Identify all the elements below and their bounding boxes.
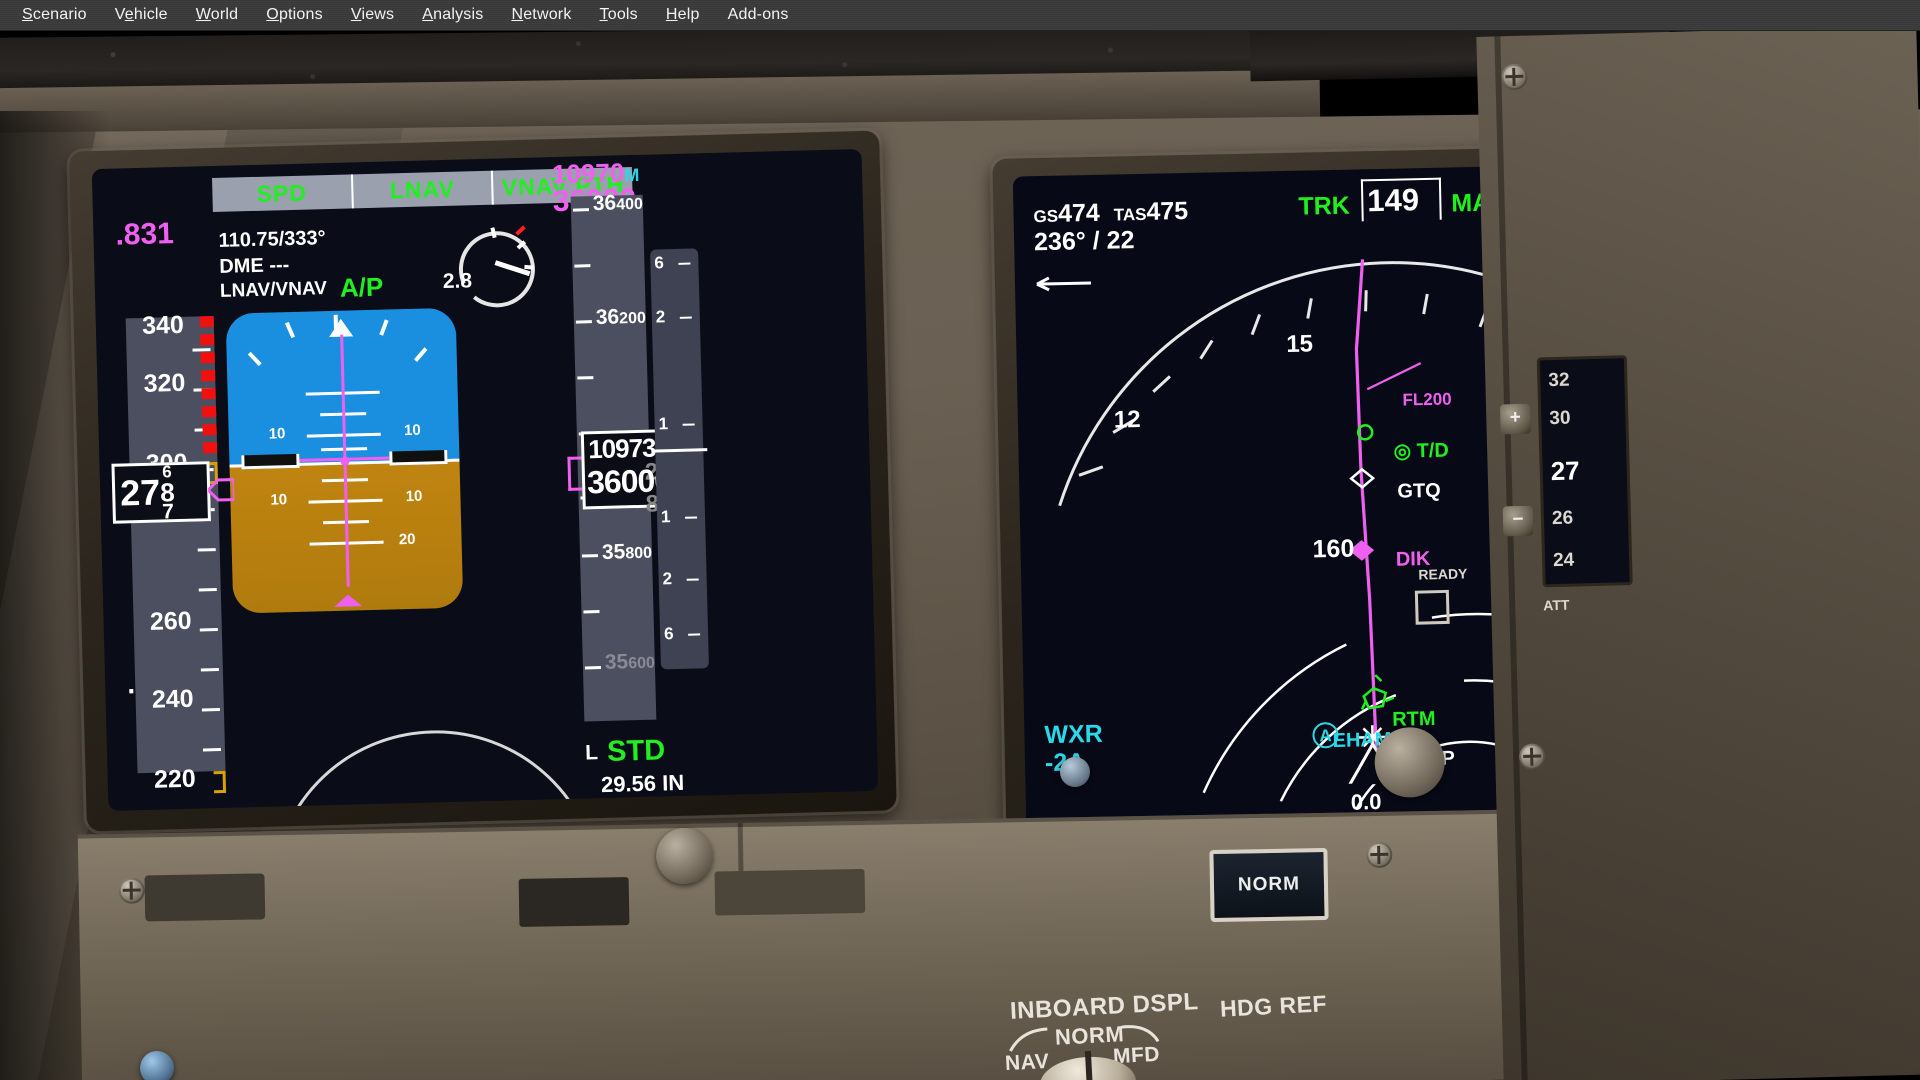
panel-recess-mid — [518, 877, 630, 927]
nav-frequency: 110.75/333° DME --- — [218, 225, 326, 280]
airspeed-tape: 340 320 300 260 240 220 — [125, 311, 227, 794]
epr-gauge-icon — [458, 225, 535, 308]
pitch-label-10up-right: 10 — [403, 421, 421, 439]
pitch-label-10up: 10 — [268, 424, 286, 443]
baro-setting: 29.56 IN — [600, 769, 685, 798]
standby-value-32: 32 — [1548, 369, 1570, 392]
bank-mark-r20 — [379, 319, 389, 336]
hdg-ref-norm-button[interactable]: NORM — [1209, 847, 1329, 923]
lower-control-panel — [77, 726, 1643, 1080]
alt-label-35800: 35800 — [601, 540, 653, 564]
nd-bezel-light — [1060, 757, 1090, 787]
standby-increase-button[interactable]: + — [1499, 403, 1531, 435]
panel-recess-mid2 — [714, 868, 866, 916]
nd-range-tick-12: 12 — [1113, 406, 1141, 434]
vsi-label-2dn: 2 — [662, 569, 673, 589]
menu-item-views[interactable]: Views — [337, 2, 408, 28]
standby-instrument-display[interactable]: 32 30 27 26 24 — [1536, 355, 1633, 588]
menu-item-analysis[interactable]: Analysis — [408, 2, 497, 28]
aircraft-symbol-right — [389, 449, 448, 466]
mach-number-top: .831 — [115, 217, 175, 252]
slip-skid-indicator — [334, 594, 362, 607]
autopilot-mode-label: A/P — [339, 271, 384, 303]
pedestal-indicator-light — [140, 1051, 174, 1080]
panel-recess-left — [144, 873, 266, 922]
wxr-label: WXR — [1044, 719, 1104, 750]
cockpit-view: SPD LNAV VNAV PTH .831 .831 110.75/333° … — [0, 31, 1920, 1080]
attitude-director-indicator: 10 10 10 10 20 — [225, 307, 464, 614]
epr-value: 2.8 — [442, 269, 473, 294]
menu-item-addons[interactable]: Add-ons — [714, 2, 803, 28]
menu-item-help[interactable]: Help — [652, 2, 714, 28]
vsi-pointer — [651, 448, 708, 453]
speed-bug-icon — [207, 478, 235, 502]
fma-roll-mode: LNAV — [352, 170, 495, 209]
pfd-compass-rose: 13 14 15 16 17 18 062 H MAG — [266, 726, 602, 811]
standby-value-26: 26 — [1551, 507, 1574, 530]
standby-value-24: 24 — [1552, 549, 1575, 572]
airspeed-next-digit: 7 — [161, 500, 175, 524]
menu-item-world[interactable]: World — [182, 2, 253, 28]
aircraft-symbol-left — [241, 453, 300, 470]
flight-level-annotation: FL200 — [1402, 389, 1452, 410]
pitch-label-20dn: 20 — [398, 530, 416, 549]
dme-value: DME --- — [219, 254, 290, 278]
right-side-panel: 32 30 27 26 24 + − READY ATT — [1414, 31, 1920, 1080]
menu-item-network[interactable]: Network — [497, 2, 585, 28]
fma-autothrottle: SPD — [212, 174, 354, 213]
speed-label-320: 320 — [143, 368, 186, 398]
panel-knob-left[interactable] — [655, 827, 713, 885]
airspeed-readout-box: 27 6 8 7 — [111, 461, 211, 524]
alt-label-36400: 36400 — [592, 191, 644, 216]
pitch-label-10dn: 10 — [270, 490, 288, 509]
standby-value-30: 30 — [1549, 407, 1571, 430]
nav-freq-value: 110.75/333° — [218, 227, 326, 252]
primary-flight-display[interactable]: SPD LNAV VNAV PTH .831 .831 110.75/333° … — [91, 149, 879, 811]
speed-restriction-label: 160 — [1312, 534, 1355, 564]
menu-item-options[interactable]: Options — [252, 2, 337, 28]
bank-mark-r40 — [413, 347, 428, 363]
hdg-ref-norm-label: NORM — [1237, 873, 1301, 896]
att-reference-box[interactable] — [1414, 589, 1450, 625]
speed-label-240: 240 — [151, 684, 194, 714]
alt-label-35600: 35600 — [604, 650, 656, 674]
top-of-descent-label: ◎ T/D — [1393, 439, 1450, 463]
bank-mark-l40 — [247, 351, 262, 367]
speed-label-340: 340 — [141, 310, 185, 340]
vsi-label-1up: 1 — [658, 414, 669, 434]
vsi-label-1dn: 1 — [660, 507, 671, 527]
main-menu-bar[interactable]: Scenario Vehicle World Options Views Ana… — [0, 0, 1920, 31]
speed-label-220: 220 — [153, 764, 197, 794]
flap-speed-bar — [213, 770, 227, 794]
vertical-speed-indicator: 6 2 1 1 2 6 — [650, 248, 710, 670]
speed-label-260: 260 — [149, 606, 192, 636]
bank-mark-l20 — [284, 321, 296, 339]
menu-item-vehicle[interactable]: Vehicle — [101, 2, 182, 28]
vsi-label-6up: 6 — [654, 253, 665, 273]
standby-value-27: 27 — [1550, 455, 1581, 487]
airspeed-rolling-digits: 6 8 7 — [159, 462, 175, 524]
baro-mode: STD — [606, 734, 666, 768]
panel-screw-1 — [118, 877, 145, 904]
hdg-ref-label: HDG REF — [1219, 990, 1328, 1022]
nav-source-label: LNAV/VNAV — [219, 278, 328, 302]
nd-range-tick-15: 15 — [1286, 330, 1314, 358]
panel-screw-3 — [1366, 841, 1393, 869]
waypoint-label-gtq: GTQ — [1397, 479, 1441, 503]
right-screw-2 — [1518, 743, 1546, 771]
pitch-label-10dn-right: 10 — [405, 487, 423, 505]
ready-annunciator: READY — [1418, 565, 1468, 583]
alt-label-36200: 36200 — [595, 305, 647, 330]
right-screw-1 — [1501, 63, 1528, 91]
vsi-label-6dn: 6 — [663, 624, 674, 644]
airspeed-hundreds: 27 — [119, 471, 161, 514]
att-annunciator: ATT — [1543, 596, 1570, 614]
vsi-label-2up: 2 — [655, 307, 666, 327]
menu-item-scenario[interactable]: Scenario — [8, 2, 101, 28]
standby-decrease-button[interactable]: − — [1502, 505, 1534, 537]
menu-item-tools[interactable]: Tools — [586, 2, 652, 28]
